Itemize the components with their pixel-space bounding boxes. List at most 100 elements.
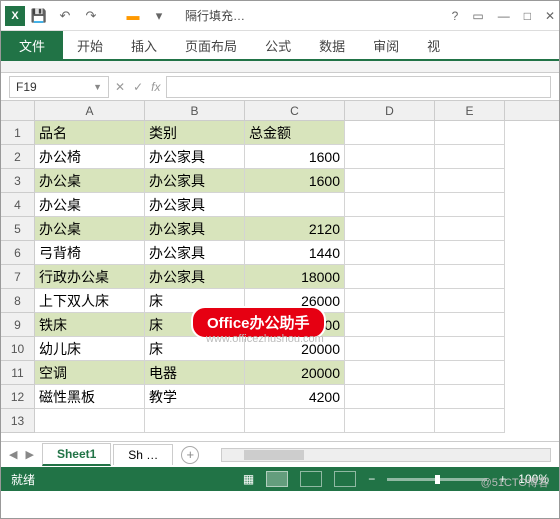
tab-home[interactable]: 开始 xyxy=(63,31,117,59)
cell[interactable]: 空调 xyxy=(35,361,145,385)
cell[interactable]: 办公家具 xyxy=(145,241,245,265)
cell[interactable] xyxy=(435,241,505,265)
sheet-tab-1[interactable]: Sheet1 xyxy=(42,443,111,466)
cell[interactable] xyxy=(345,145,435,169)
cell[interactable] xyxy=(345,193,435,217)
cell[interactable] xyxy=(435,289,505,313)
col-header-e[interactable]: E xyxy=(435,101,505,120)
cell[interactable]: 上下双人床 xyxy=(35,289,145,313)
cell[interactable]: 磁性黑板 xyxy=(35,385,145,409)
undo-icon[interactable]: ↶ xyxy=(57,8,73,24)
cell[interactable]: 2120 xyxy=(245,217,345,241)
header-cell[interactable]: 品名 xyxy=(35,121,145,145)
cell[interactable]: 办公家具 xyxy=(145,217,245,241)
cell[interactable] xyxy=(345,313,435,337)
sheet-nav-prev-icon[interactable]: ◀ xyxy=(9,448,17,461)
cell[interactable]: 行政办公桌 xyxy=(35,265,145,289)
redo-icon[interactable]: ↷ xyxy=(83,8,99,24)
file-tab[interactable]: 文件 xyxy=(1,31,63,59)
cell[interactable]: 办公家具 xyxy=(145,169,245,193)
macro-record-icon[interactable]: ▦ xyxy=(243,472,254,486)
cell[interactable] xyxy=(345,409,435,433)
cell[interactable]: 办公桌 xyxy=(35,169,145,193)
cell[interactable] xyxy=(435,265,505,289)
row-header[interactable]: 6 xyxy=(1,241,35,265)
cell[interactable] xyxy=(435,385,505,409)
cell[interactable] xyxy=(435,145,505,169)
page-layout-view-icon[interactable] xyxy=(300,471,322,487)
row-header[interactable]: 11 xyxy=(1,361,35,385)
cell[interactable]: 办公桌 xyxy=(35,217,145,241)
cell[interactable] xyxy=(345,289,435,313)
namebox-dropdown-icon[interactable]: ▼ xyxy=(93,82,102,92)
tab-view[interactable]: 视 xyxy=(413,31,454,59)
qat-more-icon[interactable]: ▬ xyxy=(125,8,141,24)
row-header[interactable]: 3 xyxy=(1,169,35,193)
cell[interactable]: 幼儿床 xyxy=(35,337,145,361)
header-cell[interactable] xyxy=(345,121,435,145)
normal-view-icon[interactable] xyxy=(266,471,288,487)
tab-data[interactable]: 数据 xyxy=(305,31,359,59)
header-cell[interactable]: 类别 xyxy=(145,121,245,145)
cell[interactable]: 1600 xyxy=(245,169,345,193)
cell[interactable] xyxy=(345,169,435,193)
tab-layout[interactable]: 页面布局 xyxy=(171,31,251,59)
row-header[interactable]: 13 xyxy=(1,409,35,433)
cell[interactable]: 铁床 xyxy=(35,313,145,337)
cell[interactable] xyxy=(435,361,505,385)
cell[interactable] xyxy=(245,193,345,217)
zoom-slider[interactable] xyxy=(387,478,487,481)
cell[interactable]: 18000 xyxy=(245,265,345,289)
cell[interactable]: 办公桌 xyxy=(35,193,145,217)
cell[interactable] xyxy=(145,409,245,433)
cell[interactable] xyxy=(435,169,505,193)
cancel-formula-icon[interactable]: ✕ xyxy=(115,80,125,94)
zoom-out-button[interactable]: − xyxy=(368,472,375,486)
cell[interactable] xyxy=(345,241,435,265)
cell[interactable] xyxy=(345,361,435,385)
tab-review[interactable]: 审阅 xyxy=(359,31,413,59)
minimize-icon[interactable]: — xyxy=(498,9,510,23)
cell[interactable]: 1600 xyxy=(245,145,345,169)
accept-formula-icon[interactable]: ✓ xyxy=(133,80,143,94)
cell[interactable] xyxy=(345,217,435,241)
cell[interactable] xyxy=(345,385,435,409)
header-cell[interactable] xyxy=(435,121,505,145)
ribbon-collapse-icon[interactable]: ▭ xyxy=(472,9,483,23)
header-cell[interactable]: 总金额 xyxy=(245,121,345,145)
row-header[interactable]: 7 xyxy=(1,265,35,289)
maximize-icon[interactable]: □ xyxy=(524,9,531,23)
qat-dropdown-icon[interactable]: ▾ xyxy=(151,8,167,24)
row-header[interactable]: 10 xyxy=(1,337,35,361)
col-header-d[interactable]: D xyxy=(345,101,435,120)
sheet-tab-2[interactable]: Sh … xyxy=(113,444,173,465)
tab-formulas[interactable]: 公式 xyxy=(251,31,305,59)
col-header-c[interactable]: C xyxy=(245,101,345,120)
cell[interactable]: 1440 xyxy=(245,241,345,265)
help-icon[interactable]: ? xyxy=(452,9,459,23)
cell[interactable] xyxy=(345,265,435,289)
cell[interactable] xyxy=(435,217,505,241)
cell[interactable]: 教学 xyxy=(145,385,245,409)
select-all-corner[interactable] xyxy=(1,101,35,120)
cell[interactable]: 办公椅 xyxy=(35,145,145,169)
col-header-a[interactable]: A xyxy=(35,101,145,120)
name-box[interactable]: F19 ▼ xyxy=(9,76,109,98)
cell[interactable]: 20000 xyxy=(245,361,345,385)
cell[interactable] xyxy=(345,337,435,361)
cell[interactable] xyxy=(435,409,505,433)
cell[interactable] xyxy=(245,409,345,433)
row-header[interactable]: 8 xyxy=(1,289,35,313)
cell[interactable]: 4200 xyxy=(245,385,345,409)
close-icon[interactable]: ✕ xyxy=(545,9,555,23)
cell[interactable] xyxy=(435,313,505,337)
row-header[interactable]: 2 xyxy=(1,145,35,169)
cell[interactable]: 电器 xyxy=(145,361,245,385)
cell[interactable]: 办公家具 xyxy=(145,145,245,169)
page-break-view-icon[interactable] xyxy=(334,471,356,487)
row-header[interactable]: 9 xyxy=(1,313,35,337)
cell[interactable] xyxy=(435,337,505,361)
row-header[interactable]: 5 xyxy=(1,217,35,241)
cell[interactable]: 办公家具 xyxy=(145,265,245,289)
formula-bar[interactable] xyxy=(166,76,551,98)
